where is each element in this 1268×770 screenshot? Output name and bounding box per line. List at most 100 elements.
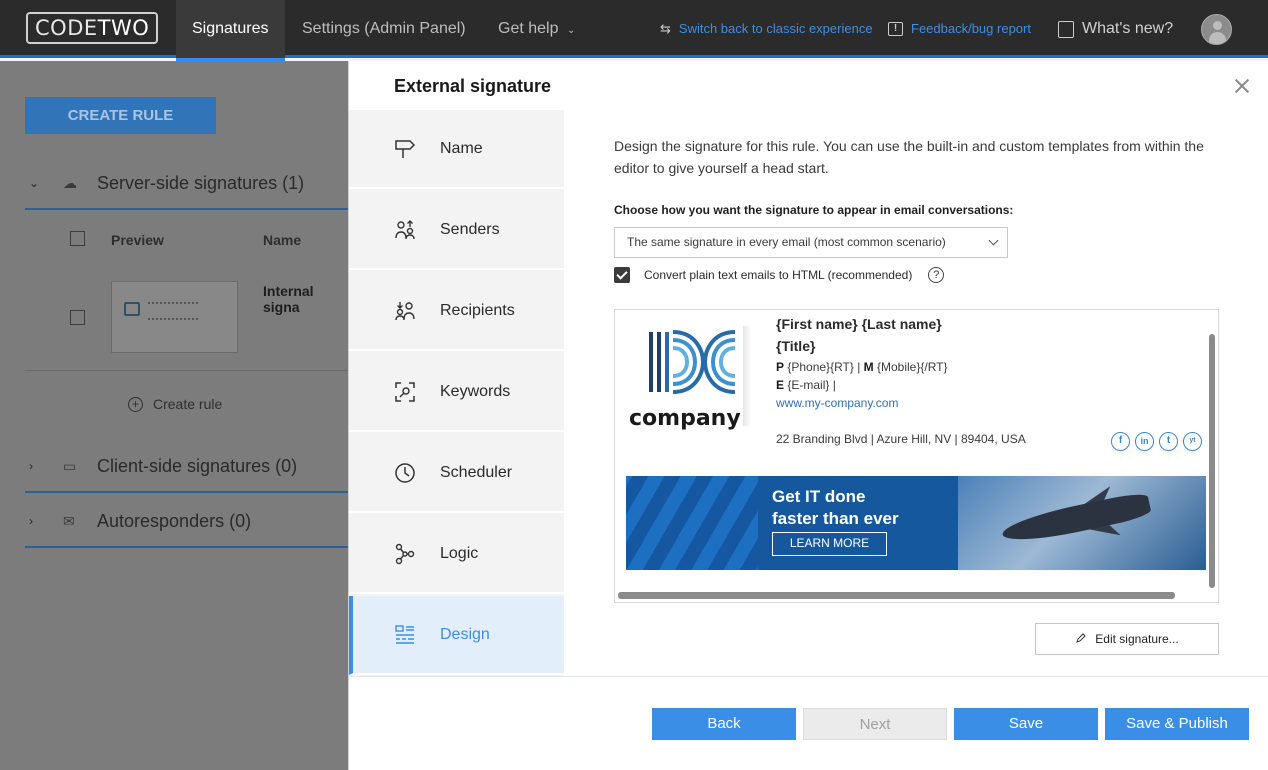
section-autoresponders-label: Autoresponders (0)	[97, 510, 252, 531]
senders-icon	[393, 218, 417, 242]
chevron-right-icon: ›	[29, 514, 33, 528]
save-publish-button[interactable]: Save & Publish	[1105, 708, 1249, 740]
whats-new-link[interactable]: What's new?	[1058, 0, 1173, 58]
section-server-side[interactable]: ⌄ ☁ Server-side signatures (1)	[25, 158, 348, 210]
step-recipients[interactable]: Recipients	[349, 272, 564, 351]
design-icon	[393, 623, 417, 647]
chevron-right-icon: ›	[29, 459, 33, 473]
step-scheduler[interactable]: Scheduler	[349, 434, 564, 513]
signature-thumbnail[interactable]	[111, 281, 238, 353]
nav-get-help[interactable]: Get help ⌄	[482, 0, 591, 58]
mail-icon: ✉	[63, 512, 75, 529]
step-keywords-label: Keywords	[440, 382, 511, 400]
create-rule-button[interactable]: CREATE RULE	[25, 97, 216, 134]
signature-banner[interactable]: Get IT done faster than ever LEARN MORE	[626, 476, 1206, 570]
wizard-steps: Name Senders Recipients Keywords Schedul…	[349, 110, 564, 676]
step-logic[interactable]: Logic	[349, 515, 564, 594]
plus-circle-icon: +	[128, 396, 143, 412]
modal-title: External signature	[394, 76, 552, 96]
nav-settings[interactable]: Settings (Admin Panel)	[286, 0, 482, 58]
chevron-down-icon	[988, 235, 999, 246]
vertical-scrollbar[interactable]	[1209, 334, 1215, 588]
convert-html-label: Convert plain text emails to HTML (recom…	[644, 268, 913, 282]
signature-mode-label: Choose how you want the signature to app…	[614, 203, 1014, 217]
step-recipients-label: Recipients	[440, 301, 515, 319]
section-client-side[interactable]: › ▭ Client-side signatures (0)	[25, 441, 348, 493]
rule-name[interactable]: Internal signa	[263, 283, 348, 315]
step-name[interactable]: Name	[349, 110, 564, 189]
step-name-label: Name	[440, 139, 483, 157]
twitter-icon[interactable]: t	[1159, 432, 1178, 451]
logo-divider	[743, 326, 751, 426]
section-server-side-label: Server-side signatures (1)	[97, 172, 305, 193]
background-page: CREATE RULE ⌄ ☁ Server-side signatures (…	[0, 61, 348, 770]
section-client-side-label: Client-side signatures (0)	[97, 455, 298, 476]
sig-website[interactable]: www.my-company.com	[776, 396, 898, 410]
edit-signature-button[interactable]: Edit signature...	[1035, 623, 1219, 655]
facebook-icon[interactable]: f	[1111, 432, 1130, 451]
signature-mode-select[interactable]: The same signature in every email (most …	[614, 227, 1008, 258]
signature-mode-value: The same signature in every email (most …	[627, 235, 946, 249]
switch-arrows-icon: ⇆	[660, 21, 671, 36]
email-value: {E-mail} |	[784, 378, 836, 392]
design-content: Design the signature for this rule. You …	[614, 135, 1224, 655]
feedback-link[interactable]: ! Feedback/bug report	[888, 0, 1031, 58]
signature-preview[interactable]: company {First name} {Last name} {Title}…	[614, 309, 1219, 603]
feedback-icon: !	[888, 22, 903, 36]
edit-signature-label: Edit signature...	[1095, 632, 1179, 646]
step-design[interactable]: Design	[349, 596, 564, 675]
create-rule-link[interactable]: + Create rule	[128, 396, 222, 412]
chevron-down-icon: ⌄	[566, 25, 576, 36]
company-name: company	[629, 406, 741, 431]
switch-classic-label: Switch back to classic experience	[678, 21, 873, 36]
mobile-value: {Mobile}{/RT}	[873, 360, 948, 374]
top-bar: CODETWO Signatures Settings (Admin Panel…	[0, 0, 1268, 61]
row-divider	[25, 370, 348, 371]
section-autoresponders[interactable]: › ✉ Autoresponders (0)	[25, 496, 348, 548]
logo-code-text: CODE	[35, 16, 98, 40]
row-checkbox[interactable]	[70, 310, 85, 325]
close-icon[interactable]	[1231, 75, 1253, 97]
cloud-icon: ☁	[63, 174, 77, 191]
linkedin-icon[interactable]: in	[1135, 432, 1154, 451]
convert-html-checkbox[interactable]	[614, 267, 630, 283]
sig-name: {First name} {Last name}	[776, 316, 942, 332]
name-column-header: Name	[263, 232, 302, 248]
step-keywords[interactable]: Keywords	[349, 353, 564, 432]
back-button[interactable]: Back	[652, 708, 796, 740]
company-logo-mini	[124, 302, 140, 316]
sig-phone-line: P {Phone}{RT} | M {Mobile}{/RT}	[776, 360, 947, 374]
codetwo-logo[interactable]: CODETWO	[26, 12, 158, 44]
youtube-icon[interactable]: yt	[1183, 432, 1202, 451]
horizontal-scrollbar[interactable]	[618, 592, 1175, 599]
rule-wizard-modal: External signature Name Senders Recipien…	[348, 61, 1268, 770]
company-logo: company	[625, 320, 750, 440]
next-button[interactable]: Next	[803, 708, 947, 740]
user-avatar[interactable]	[1201, 14, 1232, 45]
recipients-icon	[393, 299, 417, 323]
feedback-label: Feedback/bug report	[911, 21, 1031, 36]
nav-signatures[interactable]: Signatures	[176, 0, 285, 61]
step-senders[interactable]: Senders	[349, 191, 564, 270]
banner-line-1: Get IT done	[772, 487, 866, 506]
step-logic-label: Logic	[440, 544, 479, 562]
sig-title: {Title}	[776, 338, 816, 354]
help-icon[interactable]: ?	[928, 267, 945, 283]
signpost-icon	[393, 137, 417, 161]
pencil-icon	[1075, 632, 1087, 647]
select-all-checkbox[interactable]	[70, 231, 85, 246]
monitor-icon: ▭	[63, 457, 77, 474]
step-senders-label: Senders	[440, 220, 500, 238]
save-button[interactable]: Save	[954, 708, 1098, 740]
sig-address: 22 Branding Blvd | Azure Hill, NV | 8940…	[776, 432, 1026, 446]
convert-html-row: Convert plain text emails to HTML (recom…	[614, 267, 945, 283]
design-description: Design the signature for this rule. You …	[614, 138, 1204, 176]
learn-more-button[interactable]: LEARN MORE	[772, 532, 887, 556]
nav-get-help-label: Get help	[498, 20, 559, 37]
switch-classic-link[interactable]: ⇆ Switch back to classic experience	[660, 0, 873, 58]
banner-line-2: faster than ever	[772, 509, 899, 528]
keywords-icon	[393, 380, 417, 404]
create-rule-link-label: Create rule	[153, 396, 223, 412]
logic-icon	[393, 542, 417, 566]
news-icon	[1058, 20, 1074, 38]
